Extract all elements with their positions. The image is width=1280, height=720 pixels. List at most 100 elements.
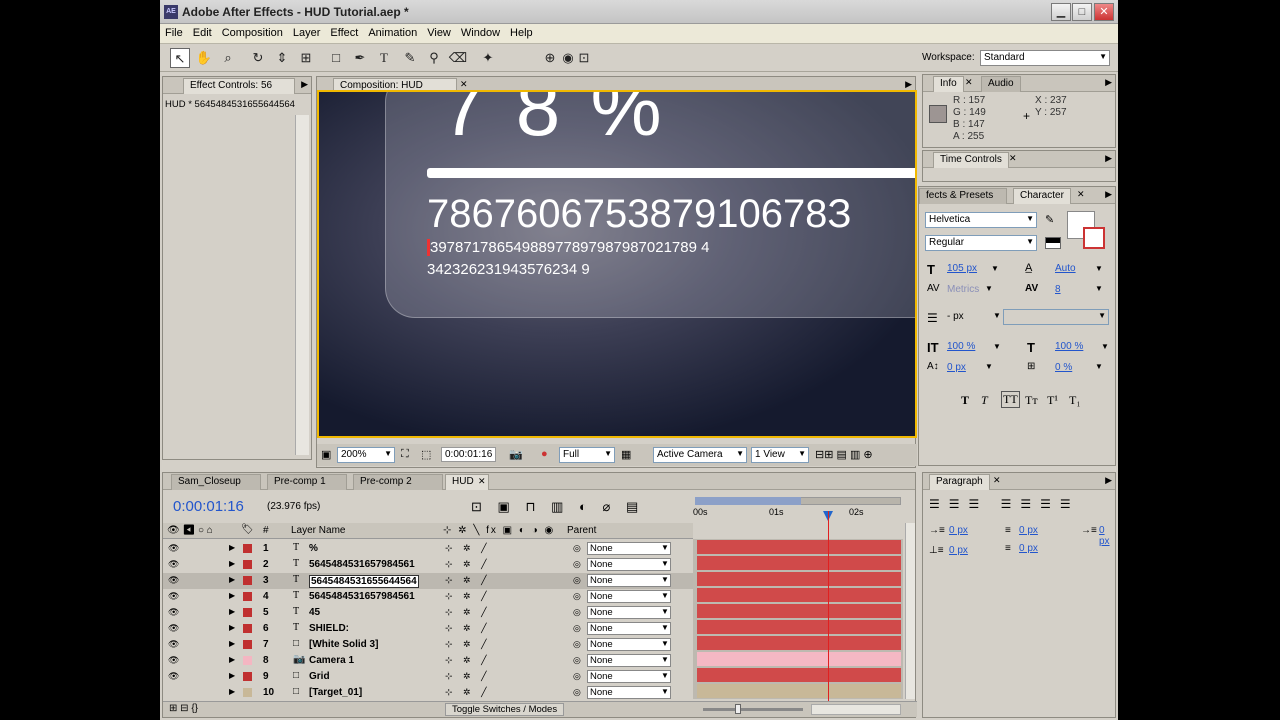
close-icon[interactable]: ✕	[460, 79, 468, 90]
pickwhip-icon[interactable]: ◎	[573, 559, 581, 570]
pickwhip-icon[interactable]: ◎	[573, 655, 581, 666]
eye-icon[interactable]: 👁	[168, 671, 179, 682]
chevron-down-icon[interactable]: ▼	[661, 655, 669, 664]
layer-bar[interactable]	[697, 588, 901, 602]
maximize-button[interactable]: □	[1072, 3, 1092, 21]
layer-switches-icons[interactable]: ⊹ ✲ ╱	[445, 591, 491, 602]
baseline-shift-value[interactable]: 0 px	[947, 362, 966, 373]
space-before-value[interactable]: 0 px	[949, 545, 968, 556]
selection-tool-icon[interactable]: ↖	[170, 48, 190, 68]
label-color-icon[interactable]	[243, 592, 252, 601]
composition-timecode[interactable]: 0:00:01:16	[441, 447, 497, 462]
eye-icon[interactable]: 👁	[168, 559, 179, 570]
zoom-tool-icon[interactable]: ⌕	[218, 48, 238, 68]
expand-icon[interactable]: ▶	[229, 671, 235, 680]
layer-name[interactable]: SHIELD:	[309, 623, 349, 634]
layer-bar[interactable]	[697, 620, 901, 634]
align-buttons-icons[interactable]: ☰☰☰ ☰☰☰☰	[929, 497, 1080, 511]
region-icon[interactable]: ⬚	[421, 448, 431, 461]
layer-switches-icons[interactable]: ⊹ ✲ ╱	[445, 639, 491, 650]
font-family-select[interactable]: Helvetica	[925, 212, 1037, 228]
tab-effects-presets[interactable]: fects & Presets	[919, 188, 1007, 204]
dropdown-icon[interactable]: ▼	[991, 264, 999, 273]
eye-icon[interactable]: 👁	[168, 591, 179, 602]
menu-composition[interactable]: Composition	[217, 24, 288, 42]
footer-icons[interactable]: ⊞ ⊟ {}	[169, 703, 198, 714]
eye-icon[interactable]: 👁	[168, 543, 179, 554]
always-preview-icon[interactable]: ▣	[321, 448, 331, 461]
pickwhip-icon[interactable]: ◎	[573, 607, 581, 618]
transparency-grid-icon[interactable]: ▦	[621, 448, 631, 461]
menu-layer[interactable]: Layer	[288, 24, 326, 42]
dropdown-icon[interactable]: ▼	[1095, 362, 1103, 371]
layer-bar[interactable]	[697, 652, 901, 666]
dropdown-icon[interactable]: ▼	[993, 311, 1001, 320]
layer-bar[interactable]	[697, 668, 901, 682]
scrollbar[interactable]	[295, 115, 309, 455]
panel-menu-icon[interactable]: ▶	[905, 79, 912, 90]
layer-bar[interactable]	[697, 540, 901, 554]
menu-edit[interactable]: Edit	[188, 24, 217, 42]
chevron-down-icon[interactable]: ▼	[661, 623, 669, 632]
space-after-value[interactable]: 0 px	[1019, 543, 1038, 554]
pickwhip-icon[interactable]: ◎	[573, 639, 581, 650]
view-options-icon[interactable]: ⊟⊞ ▤ ▥ ⊕	[815, 448, 873, 461]
pen-tool-icon[interactable]: ✒	[350, 48, 370, 68]
parent-select[interactable]: None	[587, 654, 671, 667]
dropdown-icon[interactable]: ▼	[985, 362, 993, 371]
tab-paragraph[interactable]: Paragraph	[929, 474, 990, 490]
close-icon[interactable]: ✕	[1077, 189, 1085, 200]
menu-effect[interactable]: Effect	[325, 24, 363, 42]
pickwhip-icon[interactable]: ◎	[573, 575, 581, 586]
tab-sam-closeup[interactable]: Sam_Closeup	[171, 474, 261, 490]
superscript-button[interactable]: T¹	[1047, 393, 1058, 408]
expand-icon[interactable]: ▶	[229, 687, 235, 696]
first-line-value[interactable]: 0 px	[1099, 525, 1117, 547]
chevron-down-icon[interactable]: ▼	[661, 575, 669, 584]
tab-pre-comp-1[interactable]: Pre-comp 1	[267, 474, 347, 490]
chevron-down-icon[interactable]: ▼	[661, 639, 669, 648]
safe-zones-icon[interactable]: ⛶	[401, 448, 409, 461]
horizontal-scale-value[interactable]: 100 %	[1055, 341, 1083, 352]
subscript-button[interactable]: T₁	[1069, 393, 1081, 408]
layer-name[interactable]: Camera 1	[309, 655, 354, 666]
close-icon[interactable]: ✕	[1009, 153, 1017, 164]
close-icon[interactable]: ✕	[965, 77, 973, 88]
tab-character[interactable]: Character	[1013, 188, 1071, 204]
parent-select[interactable]: None	[587, 638, 671, 651]
pickwhip-icon[interactable]: ◎	[573, 671, 581, 682]
close-icon[interactable]: ✕	[993, 475, 1001, 486]
layer-switches-icons[interactable]: ⊹ ✲ ╱	[445, 687, 491, 698]
font-style-select[interactable]: Regular	[925, 235, 1037, 251]
zoom-slider[interactable]	[703, 708, 803, 711]
eye-icon[interactable]: 👁	[168, 575, 179, 586]
vertical-scale-value[interactable]: 100 %	[947, 341, 975, 352]
layer-name[interactable]: 45	[309, 607, 320, 618]
type-tool-icon[interactable]: T	[374, 48, 394, 68]
layer-switches-icons[interactable]: ⊹ ✲ ╱	[445, 543, 491, 554]
composition-viewer[interactable]: 7 8 % 786760675387910678З 39787178654988…	[317, 90, 917, 438]
toggle-switches-button[interactable]: Toggle Switches / Modes	[445, 703, 565, 716]
label-color-icon[interactable]	[243, 640, 252, 649]
indent-left-value[interactable]: 0 px	[949, 525, 968, 536]
menu-animation[interactable]: Animation	[363, 24, 422, 42]
layer-row[interactable]: 👁 ▶ 6 T SHIELD: ⊹ ✲ ╱ ◎ None ▼	[163, 621, 693, 637]
timeline-scrollbar[interactable]	[905, 523, 915, 699]
dropdown-icon[interactable]: ▼	[1101, 342, 1109, 351]
menu-file[interactable]: File	[160, 24, 188, 42]
chevron-down-icon[interactable]: ▼	[661, 543, 669, 552]
work-area-range[interactable]	[695, 497, 801, 505]
chevron-down-icon[interactable]: ▼	[661, 687, 669, 696]
layer-switches-icons[interactable]: ⊹ ✲ ╱	[445, 623, 491, 634]
label-color-icon[interactable]	[243, 544, 252, 553]
resolution-select[interactable]: Full	[559, 447, 615, 463]
layer-switches-icons[interactable]: ⊹ ✲ ╱	[445, 559, 491, 570]
chevron-down-icon[interactable]: ▼	[661, 559, 669, 568]
pickwhip-icon[interactable]: ◎	[573, 623, 581, 634]
expand-icon[interactable]: ▶	[229, 575, 235, 584]
expand-icon[interactable]: ▶	[229, 591, 235, 600]
eye-icon[interactable]: 👁	[168, 655, 179, 666]
faux-italic-button[interactable]: T	[981, 393, 988, 408]
eraser-tool-icon[interactable]: ⌫	[448, 48, 468, 68]
expand-icon[interactable]: ▶	[229, 559, 235, 568]
